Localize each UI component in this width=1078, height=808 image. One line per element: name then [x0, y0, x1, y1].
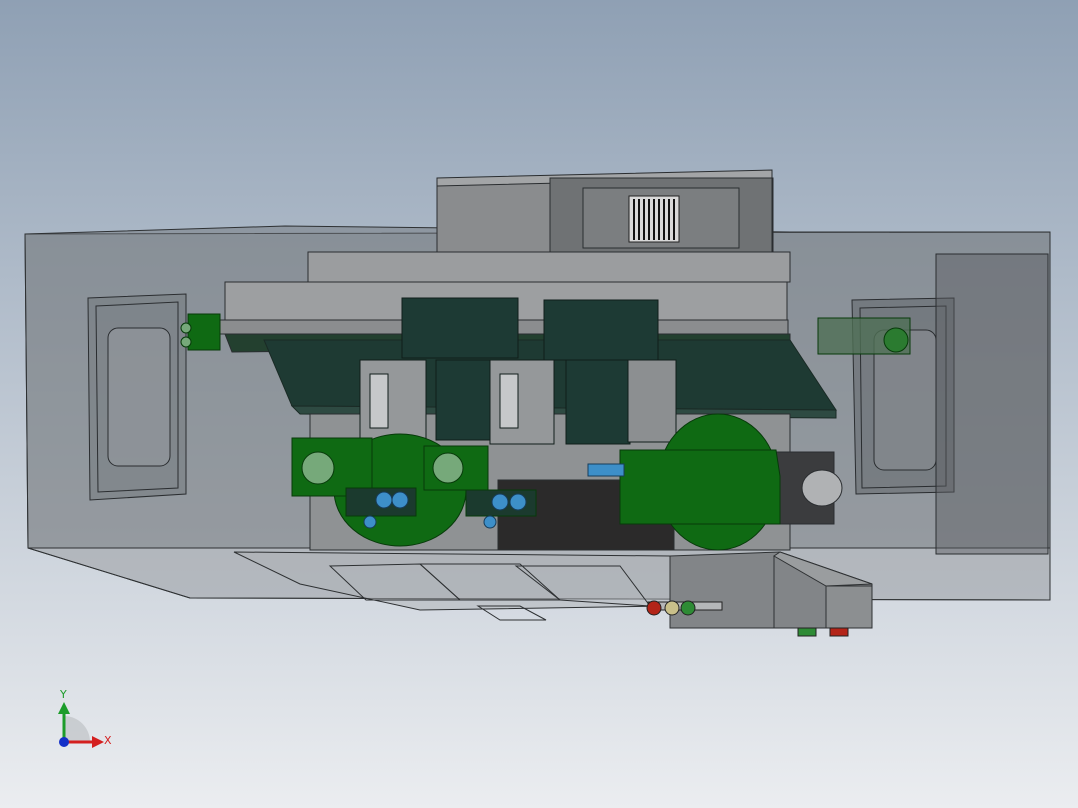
motor-icon	[801, 469, 843, 507]
cad-viewport[interactable]: Y X	[0, 0, 1078, 808]
vent-grille-icon	[628, 195, 680, 243]
x-axis-label: X	[104, 734, 112, 747]
y-axis-label: Y	[59, 688, 67, 701]
z-axis-dot	[59, 737, 69, 747]
right-connector[interactable]	[817, 317, 911, 355]
left-door-window[interactable]	[87, 293, 187, 501]
top-housing[interactable]	[436, 169, 774, 261]
model-canvas[interactable]: Y X	[0, 0, 1078, 808]
